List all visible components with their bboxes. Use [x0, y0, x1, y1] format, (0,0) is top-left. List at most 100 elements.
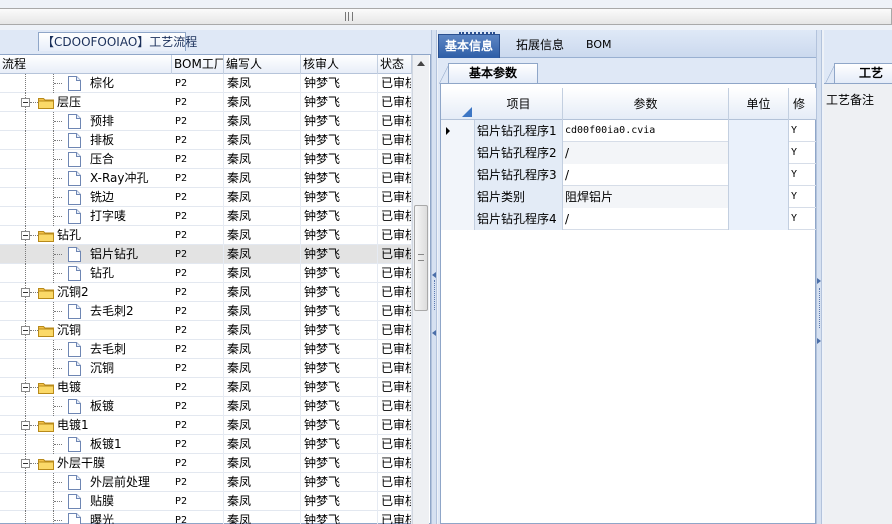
tree-row[interactable]: 层压 P2秦凤钟梦飞已审核	[0, 93, 412, 112]
tree-node-cell[interactable]: 层压	[16, 93, 172, 112]
splitter-grip-icon[interactable]	[345, 12, 353, 21]
tree-row[interactable]: 板镀 P2秦凤钟梦飞已审核	[0, 397, 412, 416]
top-splitter-bar[interactable]	[0, 8, 892, 25]
tree-node-cell[interactable]: 贴膜	[16, 492, 172, 511]
tree-node-cell[interactable]: 板镀1	[16, 435, 172, 454]
col-header-process[interactable]: 流程	[0, 55, 172, 74]
tree-row[interactable]: 沉铜 P2秦凤钟梦飞已审核	[0, 321, 412, 340]
collapse-left-arrow-icon[interactable]	[432, 272, 436, 278]
param-unit-cell[interactable]	[729, 186, 789, 208]
tree-node-cell[interactable]: 沉铜2	[16, 283, 172, 302]
tree-node-cell[interactable]: 外层前处理	[16, 473, 172, 492]
param-row[interactable]: 铝片钻孔程序3/ Y	[441, 164, 817, 186]
tree-row[interactable]: 排板 P2秦凤钟梦飞已审核	[0, 131, 412, 150]
collapse-minus-icon[interactable]	[21, 288, 30, 297]
col-header-unit[interactable]: 单位	[729, 88, 789, 120]
col-header-reviewer[interactable]: 核审人	[301, 55, 378, 74]
right-splitter[interactable]	[816, 30, 822, 524]
collapse-left-arrow-icon[interactable]	[432, 330, 436, 336]
collapse-right-arrow-icon[interactable]	[817, 338, 821, 344]
tree-node-cell[interactable]: 棕化	[16, 74, 172, 93]
tree-node-cell[interactable]: X-Ray冲孔	[16, 169, 172, 188]
tree-node-cell[interactable]: 预排	[16, 112, 172, 131]
tree-row[interactable]: 电镀1 P2秦凤钟梦飞已审核	[0, 416, 412, 435]
param-value-cell[interactable]: /	[563, 142, 729, 164]
tree-node-cell[interactable]: 板镀	[16, 397, 172, 416]
tree-row[interactable]: 外层干膜 P2秦凤钟梦飞已审核	[0, 454, 412, 473]
tree-row[interactable]: 去毛刺 P2秦凤钟梦飞已审核	[0, 340, 412, 359]
tab-basic-info[interactable]: 基本信息	[438, 32, 501, 58]
col-header-param[interactable]: 参数	[563, 88, 729, 120]
tree-row[interactable]: 去毛刺2 P2秦凤钟梦飞已审核	[0, 302, 412, 321]
tree-node-cell[interactable]: 铣边	[16, 188, 172, 207]
tree-row[interactable]: 电镀 P2秦凤钟梦飞已审核	[0, 378, 412, 397]
tab-bom[interactable]: BOM	[580, 34, 618, 58]
tree-row[interactable]: 铝片钻孔 P2秦凤钟梦飞已审核	[0, 245, 412, 264]
tree-row[interactable]: 预排 P2秦凤钟梦飞已审核	[0, 112, 412, 131]
param-row[interactable]: 铝片钻孔程序1 cd00f00ia0.cvia Y	[441, 120, 817, 142]
collapse-minus-icon[interactable]	[21, 459, 30, 468]
tree-node-cell[interactable]: 钻孔	[16, 226, 172, 245]
tree-node-cell[interactable]: 打字唛	[16, 207, 172, 226]
param-value-cell[interactable]: /	[563, 208, 729, 230]
param-value-cell[interactable]: /	[563, 164, 729, 186]
row-header[interactable]	[441, 164, 475, 186]
collapse-minus-icon[interactable]	[21, 383, 30, 392]
tree-row[interactable]: 棕化 P2秦凤钟梦飞已审核	[0, 74, 412, 93]
tree-node-cell[interactable]: 排板	[16, 131, 172, 150]
col-header-item[interactable]: 项目	[475, 88, 563, 120]
tree-node-cell[interactable]: 沉铜	[16, 359, 172, 378]
row-header[interactable]	[441, 186, 475, 208]
tab-extended-info[interactable]: 拓展信息	[510, 34, 570, 58]
row-header[interactable]	[441, 142, 475, 164]
left-splitter[interactable]	[431, 30, 437, 524]
scroll-up-arrow-icon[interactable]	[417, 61, 425, 66]
tree-row[interactable]: 沉铜 P2秦凤钟梦飞已审核	[0, 359, 412, 378]
tree-row[interactable]: 外层前处理 P2秦凤钟梦飞已审核	[0, 473, 412, 492]
tree-node-cell[interactable]: 曝光	[16, 511, 172, 524]
tree-node-cell[interactable]: 去毛刺	[16, 340, 172, 359]
tree-node-cell[interactable]: 电镀1	[16, 416, 172, 435]
tree-node-cell[interactable]: 去毛刺2	[16, 302, 172, 321]
tree-node-cell[interactable]: 压合	[16, 150, 172, 169]
tab-process-remarks[interactable]: 工艺	[825, 63, 892, 84]
tree-row[interactable]: 打字唛 P2秦凤钟梦飞已审核	[0, 207, 412, 226]
param-row[interactable]: 铝片钻孔程序4/ Y	[441, 208, 817, 230]
param-unit-cell[interactable]	[729, 142, 789, 164]
param-row[interactable]: 铝片类别 阻焊铝片 Y	[441, 186, 817, 208]
collapse-minus-icon[interactable]	[21, 231, 30, 240]
tree-grid-scrollbar[interactable]	[412, 55, 429, 524]
param-unit-cell[interactable]	[729, 164, 789, 186]
tree-row[interactable]: 贴膜 P2秦凤钟梦飞已审核	[0, 492, 412, 511]
tree-row[interactable]: 压合 P2秦凤钟梦飞已审核	[0, 150, 412, 169]
scroll-thumb[interactable]	[414, 205, 428, 311]
col-header-bom-factory[interactable]: BOM工厂	[172, 55, 224, 74]
tree-row[interactable]: X-Ray冲孔 P2秦凤钟梦飞已审核	[0, 169, 412, 188]
row-header[interactable]	[441, 208, 475, 230]
tree-node-cell[interactable]: 沉铜	[16, 321, 172, 340]
collapse-minus-icon[interactable]	[21, 98, 30, 107]
tree-node-cell[interactable]: 钻孔	[16, 264, 172, 283]
select-all-corner-icon[interactable]	[441, 88, 475, 120]
tree-row[interactable]: 沉铜2 P2秦凤钟梦飞已审核	[0, 283, 412, 302]
tree-row[interactable]: 板镀1 P2秦凤钟梦飞已审核	[0, 435, 412, 454]
tree-row[interactable]: 铣边 P2秦凤钟梦飞已审核	[0, 188, 412, 207]
param-row[interactable]: 铝片钻孔程序2/ Y	[441, 142, 817, 164]
col-header-status[interactable]: 状态	[378, 55, 412, 74]
param-value-cell[interactable]: 阻焊铝片	[563, 186, 729, 208]
tree-node-cell[interactable]: 电镀	[16, 378, 172, 397]
collapse-minus-icon[interactable]	[21, 326, 30, 335]
col-header-modify[interactable]: 修	[789, 88, 817, 120]
process-panel-tab[interactable]: 【CDOOFOOIAO】工艺流程	[38, 32, 197, 51]
tree-node-cell[interactable]: 外层干膜	[16, 454, 172, 473]
param-unit-cell[interactable]	[729, 120, 789, 142]
param-value-cell[interactable]: cd00f00ia0.cvia	[563, 120, 729, 142]
tree-row[interactable]: 钻孔 P2秦凤钟梦飞已审核	[0, 226, 412, 245]
col-header-writer[interactable]: 编写人	[224, 55, 301, 74]
tree-row[interactable]: 钻孔 P2秦凤钟梦飞已审核	[0, 264, 412, 283]
collapse-right-arrow-icon[interactable]	[817, 278, 821, 284]
tree-row[interactable]: 曝光 P2秦凤钟梦飞已审核	[0, 511, 412, 524]
row-header[interactable]	[441, 120, 475, 142]
collapse-minus-icon[interactable]	[21, 421, 30, 430]
tree-node-cell[interactable]: 铝片钻孔	[16, 245, 172, 264]
